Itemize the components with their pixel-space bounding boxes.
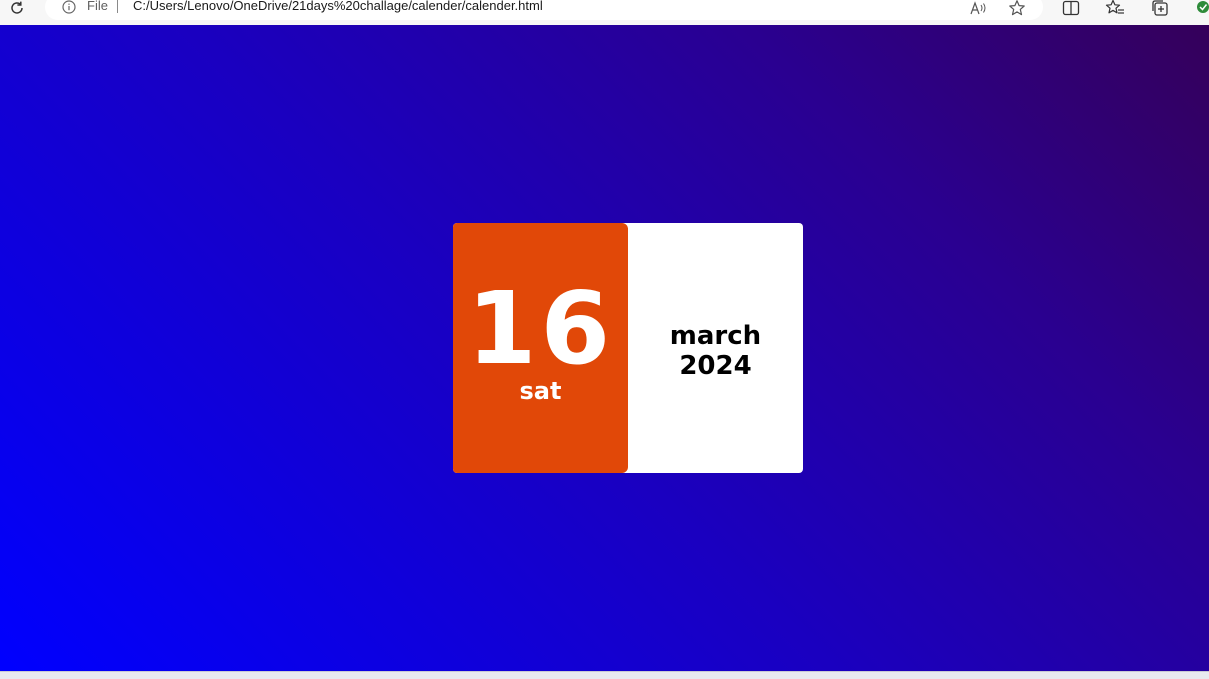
month-label: march — [669, 321, 762, 351]
day-number: 16 — [466, 270, 615, 387]
favorites-icon[interactable] — [1105, 0, 1125, 18]
reload-icon[interactable] — [6, 0, 28, 19]
date-panel: 16 sat — [453, 223, 628, 473]
collections-icon[interactable] — [1150, 0, 1170, 18]
extension-icon[interactable] — [1194, 0, 1209, 18]
weekday-label: sat — [519, 377, 562, 405]
url-text[interactable]: C:/Users/Lenovo/OneDrive/21days%20challa… — [133, 0, 543, 14]
month-panel: march 2024 — [628, 223, 803, 473]
address-divider — [117, 0, 118, 13]
address-bar[interactable]: File C:/Users/Lenovo/OneDrive/21days%20c… — [45, 0, 1043, 20]
favorite-star-icon[interactable] — [1008, 0, 1026, 17]
read-aloud-icon[interactable] — [970, 0, 988, 16]
calendar-card: 16 sat march 2024 — [453, 223, 803, 473]
split-screen-icon[interactable] — [1061, 0, 1081, 18]
browser-toolbar: File C:/Users/Lenovo/OneDrive/21days%20c… — [0, 0, 1209, 25]
status-strip — [0, 671, 1209, 679]
info-icon[interactable] — [62, 0, 76, 14]
address-scheme-label: File — [87, 0, 108, 13]
year-label: 2024 — [679, 351, 752, 381]
